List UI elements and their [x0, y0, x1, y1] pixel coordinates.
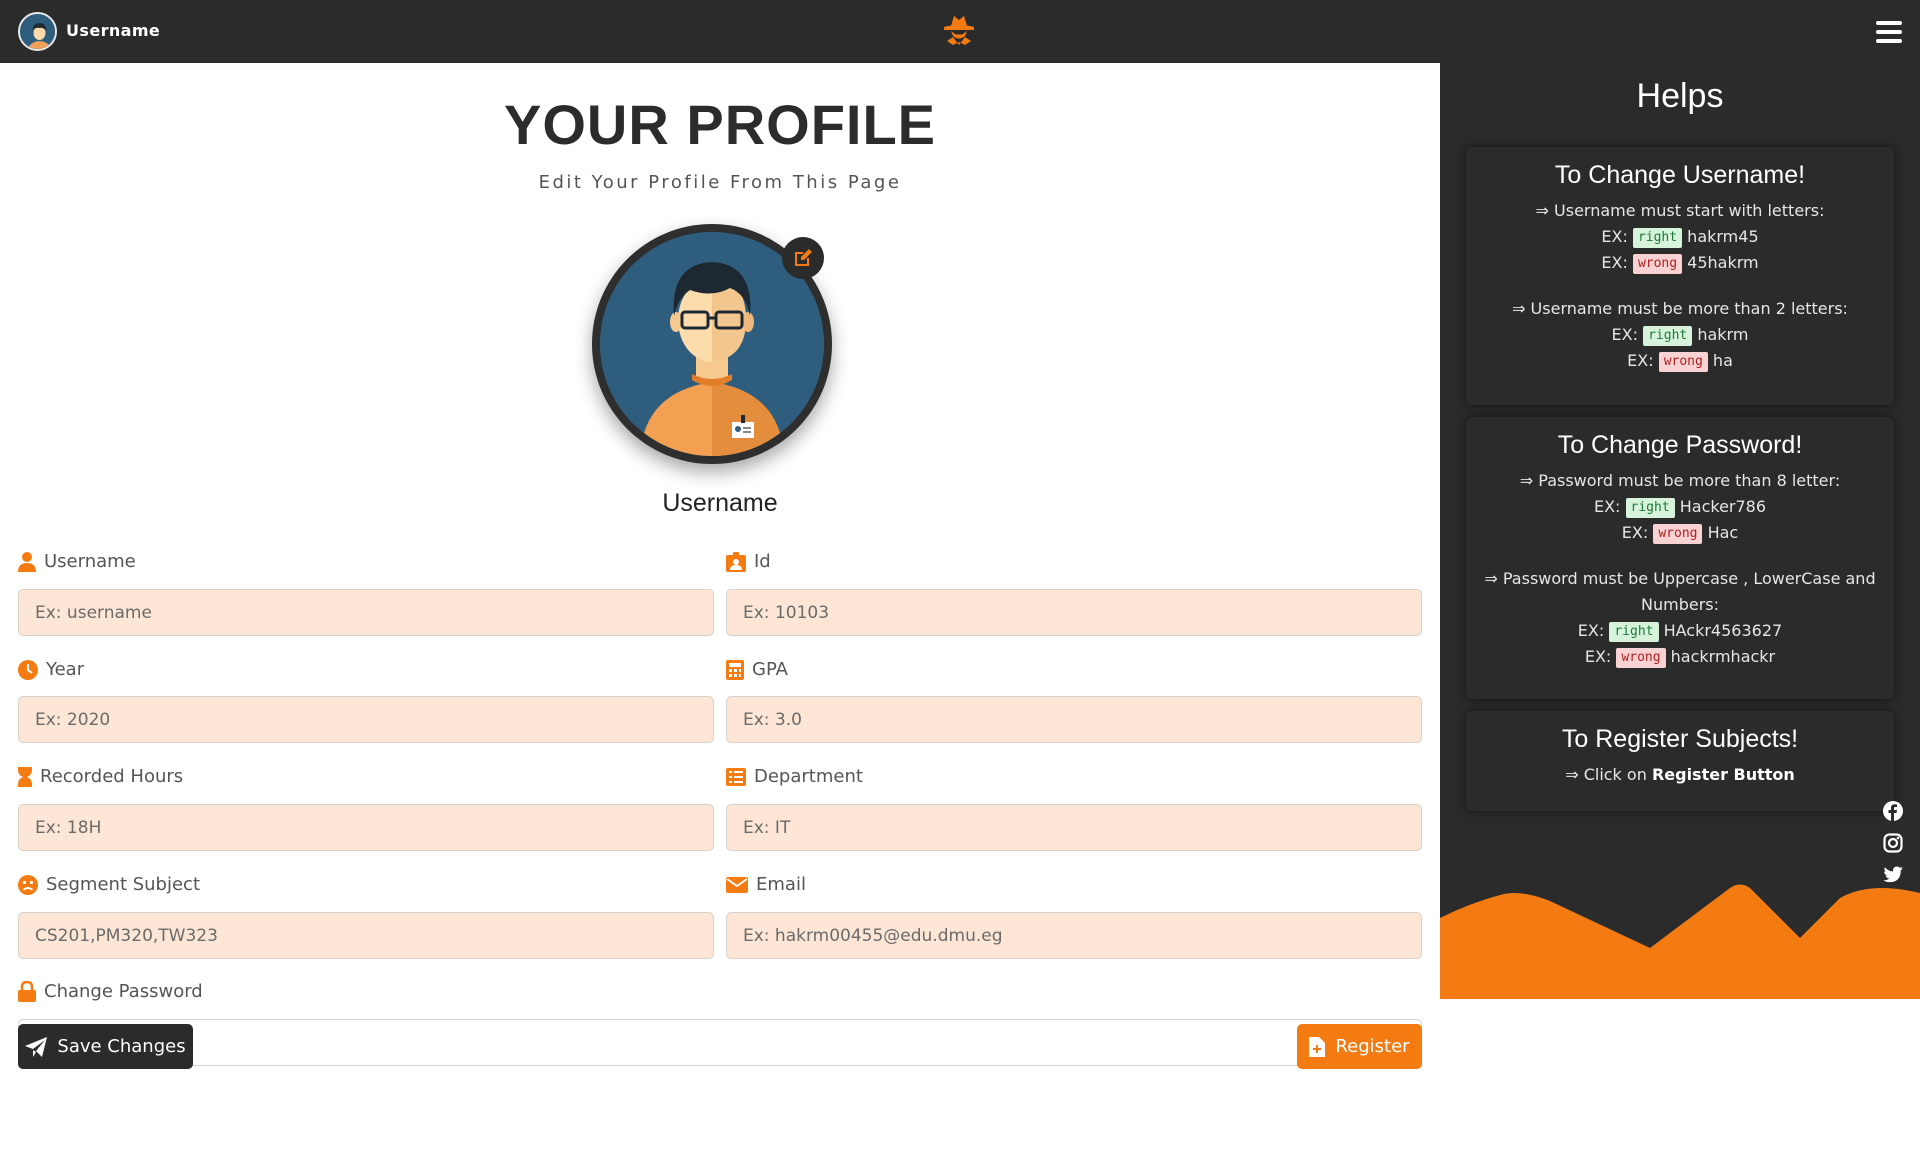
year-input[interactable] — [18, 696, 714, 743]
username-label: Username — [18, 551, 136, 572]
help-rule: ⇒ Username must start with letters: — [1535, 201, 1825, 220]
change-password-input[interactable] — [18, 1019, 1422, 1066]
help-example: EX: right hakrm — [1611, 325, 1749, 346]
help-example: EX: right hakrm45 — [1601, 227, 1759, 248]
instagram-icon[interactable] — [1883, 833, 1903, 853]
id-badge-icon — [726, 551, 746, 572]
facebook-icon[interactable] — [1883, 801, 1903, 821]
email-input[interactable] — [726, 912, 1422, 959]
help-card-title: To Register Subjects! — [1561, 725, 1799, 753]
right-tag: right — [1643, 325, 1693, 346]
help-card-title: To Change Username! — [1554, 161, 1806, 189]
id-input[interactable] — [726, 589, 1422, 636]
twitter-icon[interactable] — [1883, 866, 1903, 886]
help-rule: ⇒ Click on Register Button — [1565, 765, 1795, 784]
change-password-label: Change Password — [18, 981, 203, 1002]
help-card-password: To Change Password! ⇒ Password must be m… — [1466, 417, 1894, 699]
edit-icon — [795, 249, 812, 266]
user-icon — [18, 551, 36, 572]
wrong-tag: wrong — [1653, 523, 1703, 544]
right-tag: right — [1609, 621, 1659, 642]
wrong-tag: wrong — [1632, 253, 1683, 274]
page-subtitle: Edit Your Profile From This Page — [538, 172, 902, 193]
help-rule: ⇒ Password must be Uppercase , LowerCase… — [1484, 569, 1876, 614]
file-add-icon — [1309, 1036, 1326, 1057]
department-label: Department — [726, 766, 863, 787]
help-example: EX: right HAckr4563627 — [1577, 621, 1783, 642]
hamburger-menu-icon[interactable] — [1876, 21, 1902, 43]
year-label: Year — [18, 659, 84, 680]
top-navbar: Username — [0, 0, 1920, 63]
calculator-icon — [726, 659, 744, 680]
segment-subject-input[interactable] — [18, 912, 714, 959]
frown-icon — [18, 874, 38, 895]
wrong-tag: wrong — [1658, 351, 1708, 372]
list-icon — [726, 767, 746, 786]
paper-plane-icon — [25, 1036, 48, 1057]
lock-icon — [18, 981, 36, 1002]
save-changes-button[interactable]: Save Changes — [18, 1024, 193, 1069]
email-label: Email — [726, 874, 806, 895]
help-example: EX: wrong hackrmhackr — [1584, 647, 1776, 668]
gpa-input[interactable] — [726, 696, 1422, 743]
help-card-title: To Change Password! — [1557, 431, 1803, 459]
helps-sidebar: Helps To Change Username! ⇒ Username mus… — [1440, 63, 1920, 999]
help-rule: ⇒ Password must be more than 8 letter: — [1519, 471, 1841, 490]
register-button[interactable]: Register — [1297, 1024, 1422, 1069]
username-input[interactable] — [18, 589, 714, 636]
recorded-hours-input[interactable] — [18, 804, 714, 851]
help-example: EX: right Hacker786 — [1593, 497, 1767, 518]
help-card-username: To Change Username! ⇒ Username must star… — [1466, 147, 1894, 405]
help-example: EX: wrong ha — [1627, 351, 1733, 372]
hourglass-icon — [18, 766, 32, 787]
envelope-icon — [726, 876, 748, 893]
user-avatar-icon[interactable] — [18, 12, 57, 51]
page-title: YOUR PROFILE — [503, 93, 937, 156]
right-tag: right — [1632, 227, 1683, 248]
profile-main: YOUR PROFILE Edit Your Profile From This… — [0, 63, 1440, 1162]
id-label: Id — [726, 551, 771, 572]
recorded-hours-label: Recorded Hours — [18, 766, 183, 787]
right-tag: right — [1625, 497, 1675, 518]
profile-name: Username — [662, 489, 778, 517]
help-example: EX: wrong 45hakrm — [1601, 253, 1759, 274]
gpa-label: GPA — [726, 659, 788, 680]
wrong-tag: wrong — [1616, 647, 1666, 668]
decorative-waves — [1440, 884, 1920, 999]
help-rule: ⇒ Username must be more than 2 letters: — [1512, 299, 1848, 318]
clock-icon — [18, 659, 38, 680]
help-example: EX: wrong Hac — [1621, 523, 1739, 544]
department-input[interactable] — [726, 804, 1422, 851]
help-card-register: To Register Subjects! ⇒ Click on Registe… — [1466, 711, 1894, 811]
hacker-logo-icon[interactable] — [938, 11, 980, 51]
segment-subject-label: Segment Subject — [18, 874, 200, 895]
navbar-username[interactable]: Username — [66, 21, 160, 40]
helps-title: Helps — [1636, 77, 1724, 115]
edit-avatar-button[interactable] — [782, 237, 824, 279]
